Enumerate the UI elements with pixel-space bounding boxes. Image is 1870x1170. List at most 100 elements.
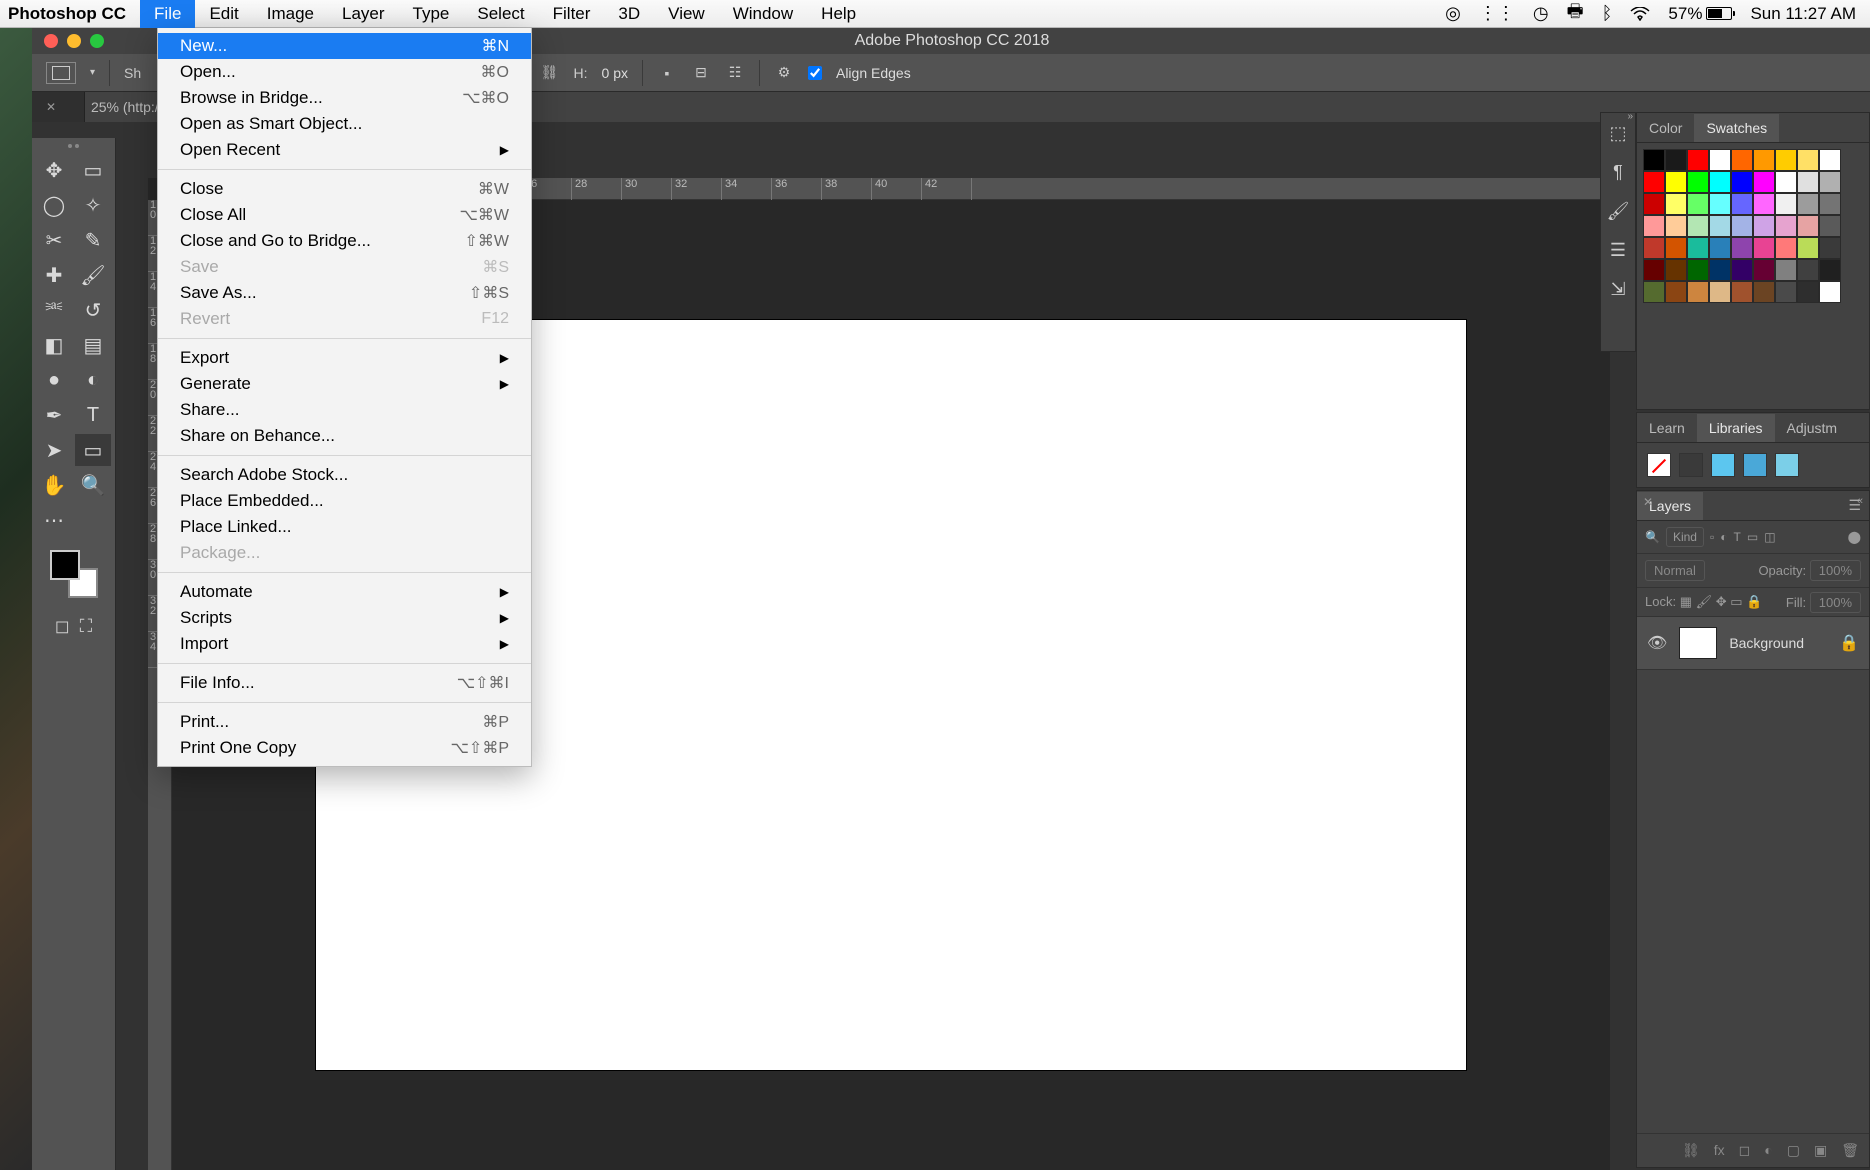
path-arrange-icon[interactable]: ☷ <box>725 63 745 83</box>
path-select-tool[interactable]: ➤ <box>36 434 72 466</box>
visibility-icon[interactable]: 👁 <box>1647 633 1667 653</box>
clock[interactable]: Sun 11:27 AM <box>1750 4 1856 24</box>
path-align-icon[interactable]: ⊟ <box>691 63 711 83</box>
tab-color[interactable]: Color <box>1637 114 1694 142</box>
settings-icon[interactable]: ☰ <box>1610 240 1626 261</box>
menu-help[interactable]: Help <box>807 0 870 28</box>
color-swatch[interactable] <box>1709 149 1731 171</box>
color-swatch[interactable] <box>1687 259 1709 281</box>
layer-row[interactable]: 👁 Background 🔒 <box>1637 617 1869 670</box>
color-swatch[interactable] <box>1775 259 1797 281</box>
color-swatch[interactable] <box>1753 171 1775 193</box>
dropbox-icon[interactable]: ⋮⋮ <box>1479 3 1515 24</box>
pen-tool[interactable]: ✒ <box>36 399 72 431</box>
menu-file[interactable]: File <box>140 0 195 28</box>
color-swatch[interactable] <box>1687 215 1709 237</box>
color-swatch[interactable] <box>1709 171 1731 193</box>
tab-adjustm[interactable]: Adjustm <box>1775 414 1850 442</box>
color-swatch[interactable] <box>1665 259 1687 281</box>
color-swatch[interactable] <box>1819 193 1841 215</box>
color-swatch[interactable] <box>1731 215 1753 237</box>
magic-wand-tool[interactable]: ✧ <box>75 189 111 221</box>
color-swatch[interactable] <box>1665 193 1687 215</box>
dodge-tool[interactable]: ◐ <box>75 364 111 396</box>
color-swatch[interactable] <box>1753 193 1775 215</box>
fx-icon[interactable]: fx <box>1714 1142 1725 1159</box>
eraser-tool[interactable]: ◧ <box>36 329 72 361</box>
crop-tool[interactable]: ✂ <box>36 224 72 256</box>
color-swatch[interactable] <box>1731 237 1753 259</box>
app-name[interactable]: Photoshop CC <box>0 4 140 24</box>
layer-thumbnail[interactable] <box>1679 627 1717 659</box>
gradient-tool[interactable]: ▤ <box>75 329 111 361</box>
color-swatch[interactable] <box>1797 171 1819 193</box>
color-swatch[interactable] <box>1819 215 1841 237</box>
color-swatch[interactable] <box>1643 281 1665 303</box>
adjustment-layer-icon[interactable]: ◐ <box>1764 1142 1772 1159</box>
color-swatch[interactable] <box>1775 149 1797 171</box>
color-swatch[interactable] <box>1665 237 1687 259</box>
menu-item-close-all[interactable]: Close All⌥⌘W <box>158 202 531 228</box>
menu-item-place-linked[interactable]: Place Linked... <box>158 514 531 540</box>
close-tab-icon[interactable]: ✕ <box>46 100 56 114</box>
menu-item-print-one-copy[interactable]: Print One Copy⌥⇧⌘P <box>158 735 531 761</box>
panel-grip[interactable] <box>56 144 92 150</box>
filter-smart-icon[interactable]: ◫ <box>1764 530 1775 544</box>
foreground-background-colors[interactable] <box>50 550 98 598</box>
menu-item-print[interactable]: Print...⌘P <box>158 709 531 735</box>
menu-item-close-and-go-to-bridge[interactable]: Close and Go to Bridge...⇧⌘W <box>158 228 531 254</box>
adjustment-preset[interactable] <box>1775 453 1799 477</box>
color-swatch[interactable] <box>1731 149 1753 171</box>
menu-item-close[interactable]: Close⌘W <box>158 176 531 202</box>
tab-swatches[interactable]: Swatches <box>1694 114 1779 142</box>
printer-icon[interactable]: 🖶 <box>1567 0 1584 29</box>
menu-item-share-on-behance[interactable]: Share on Behance... <box>158 423 531 449</box>
filter-type-icon[interactable]: T <box>1734 530 1741 544</box>
wifi-icon[interactable] <box>1630 7 1650 21</box>
color-swatch[interactable] <box>1753 149 1775 171</box>
menu-item-export[interactable]: Export▶ <box>158 345 531 371</box>
close-window-icon[interactable] <box>44 34 58 48</box>
color-swatch[interactable] <box>1709 259 1731 281</box>
color-swatch[interactable] <box>1797 193 1819 215</box>
hand-tool[interactable]: ✋ <box>36 469 72 501</box>
sync-icon[interactable]: ◷ <box>1533 3 1549 24</box>
menu-item-scripts[interactable]: Scripts▶ <box>158 605 531 631</box>
height-value[interactable]: 0 px <box>602 65 628 81</box>
menu-item-place-embedded[interactable]: Place Embedded... <box>158 488 531 514</box>
menu-item-browse-in-bridge[interactable]: Browse in Bridge...⌥⌘O <box>158 85 531 111</box>
filter-pixel-icon[interactable]: ▫ <box>1710 530 1714 544</box>
color-swatch[interactable] <box>1797 215 1819 237</box>
menu-item-automate[interactable]: Automate▶ <box>158 579 531 605</box>
panel-menu-icon[interactable]: ☰ <box>1848 497 1861 514</box>
filter-kind-selector[interactable]: Kind <box>1666 527 1704 547</box>
window-controls[interactable] <box>32 34 104 48</box>
menu-item-save-as[interactable]: Save As...⇧⌘S <box>158 280 531 306</box>
stamp-tool[interactable]: ⎃ <box>36 294 72 326</box>
brush-tool[interactable]: 🖌 <box>75 259 111 291</box>
history-brush-tool[interactable]: ↺ <box>75 294 111 326</box>
fill-value[interactable]: 100% <box>1810 592 1861 613</box>
marquee-tool[interactable]: ▭ <box>75 154 111 186</box>
color-swatch[interactable] <box>1643 215 1665 237</box>
mask-icon[interactable]: ◻ <box>1739 1142 1751 1159</box>
character-icon[interactable]: ¶ <box>1613 162 1623 183</box>
filter-adjust-icon[interactable]: ◐ <box>1720 530 1727 544</box>
color-swatch[interactable] <box>1687 193 1709 215</box>
color-swatch[interactable] <box>1665 281 1687 303</box>
more-tools[interactable]: ⋯ <box>36 504 72 536</box>
color-swatch[interactable] <box>1731 281 1753 303</box>
color-swatch[interactable] <box>1643 259 1665 281</box>
color-swatch[interactable] <box>1797 259 1819 281</box>
menu-item-import[interactable]: Import▶ <box>158 631 531 657</box>
menu-item-share[interactable]: Share... <box>158 397 531 423</box>
color-swatch[interactable] <box>1643 149 1665 171</box>
adjustment-preset[interactable] <box>1711 453 1735 477</box>
no-adjustment-icon[interactable] <box>1647 453 1671 477</box>
color-swatch[interactable] <box>1797 237 1819 259</box>
filter-shape-icon[interactable]: ▭ <box>1747 530 1758 544</box>
zoom-tool[interactable]: 🔍 <box>75 469 111 501</box>
zoom-window-icon[interactable] <box>90 34 104 48</box>
menu-image[interactable]: Image <box>253 0 328 28</box>
menu-item-search-adobe-stock[interactable]: Search Adobe Stock... <box>158 462 531 488</box>
